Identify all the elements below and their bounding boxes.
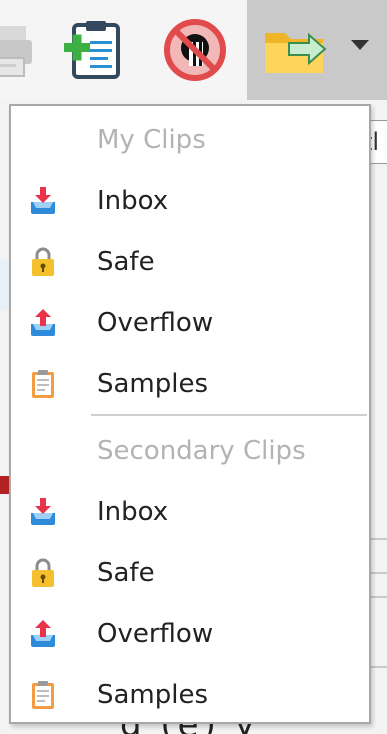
padlock-icon [32, 558, 54, 587]
menu-item-my-samples[interactable]: Samples [11, 355, 369, 413]
new-clip-icon [64, 21, 120, 79]
menu-separator [91, 414, 367, 416]
toolbar [0, 0, 387, 100]
move-to-folder-button[interactable] [247, 0, 387, 100]
menu-item-label: Overflow [97, 619, 214, 649]
padlock-icon [32, 247, 54, 276]
chevron-down-icon[interactable] [351, 40, 369, 50]
background-divider [370, 538, 387, 540]
menu-item-secondary-safe[interactable]: Safe [11, 544, 369, 602]
menu-item-my-inbox[interactable]: Inbox [11, 172, 369, 230]
block-images-button[interactable] [152, 0, 238, 100]
clips-dropdown-menu: My Clips Inbox Safe Overflow Samples Sec… [9, 104, 371, 724]
app-window: tl g (e) y [0, 0, 387, 734]
background-divider [370, 596, 387, 598]
move-to-folder-icon [265, 32, 327, 73]
menu-item-secondary-overflow[interactable]: Overflow [11, 605, 369, 663]
menu-item-label: Overflow [97, 308, 214, 338]
menu-item-label: Inbox [97, 497, 169, 527]
inbox-upload-icon [31, 620, 55, 647]
section-header-my-clips: My Clips [97, 125, 206, 155]
menu-item-label: Samples [97, 680, 209, 710]
clipboard-icon [32, 681, 54, 709]
new-clip-button[interactable] [52, 0, 138, 100]
menu-item-my-overflow[interactable]: Overflow [11, 294, 369, 352]
menu-item-label: Safe [97, 247, 155, 277]
menu-item-secondary-samples[interactable]: Samples [11, 666, 369, 724]
menu-item-label: Inbox [97, 186, 169, 216]
inbox-download-icon [31, 187, 55, 214]
menu-item-my-safe[interactable]: Safe [11, 233, 369, 291]
clipboard-icon [32, 370, 54, 398]
inbox-download-icon [31, 498, 55, 525]
menu-item-label: Samples [97, 369, 209, 399]
inbox-upload-icon [31, 309, 55, 336]
no-image-icon [164, 19, 226, 81]
menu-item-label: Safe [97, 558, 155, 588]
printer-icon [0, 26, 32, 77]
background-divider [370, 666, 387, 668]
print-button[interactable] [0, 0, 34, 100]
background-divider [370, 572, 387, 574]
section-header-secondary-clips: Secondary Clips [97, 436, 306, 466]
menu-item-secondary-inbox[interactable]: Inbox [11, 483, 369, 541]
